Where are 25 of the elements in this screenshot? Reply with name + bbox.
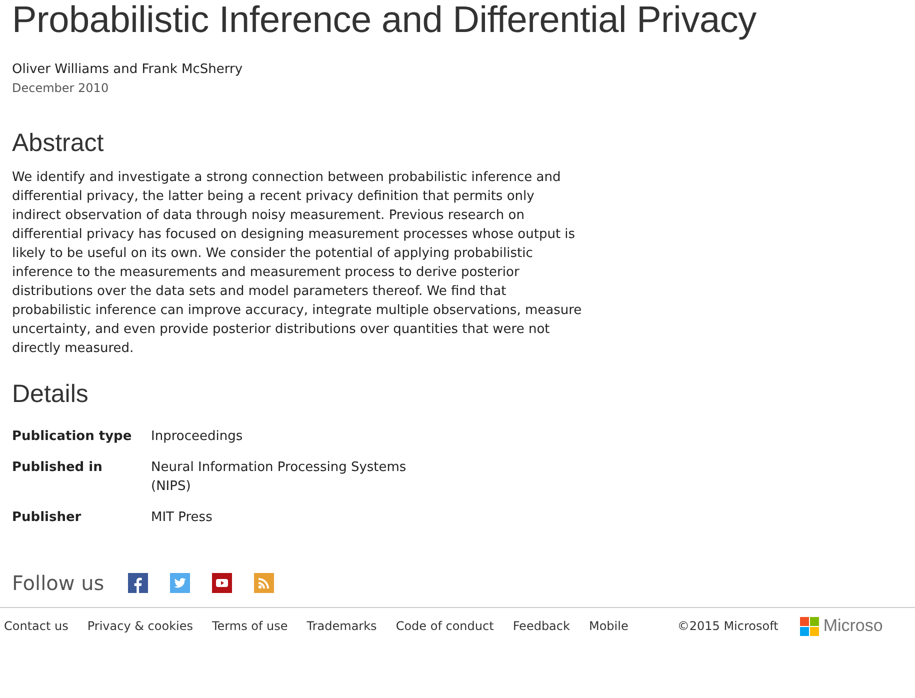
detail-value: MIT Press (151, 509, 214, 527)
footer-link[interactable]: Privacy & cookies (87, 619, 193, 633)
follow-label: Follow us (12, 571, 104, 595)
detail-value: Neural Information Processing Systems (NIPS) (151, 459, 408, 496)
section-heading: Abstract (12, 129, 105, 158)
detail-label: Publication type (12, 428, 133, 446)
detail-value: Inproceedings (151, 428, 244, 446)
copyright: ©2015 Microsoft (677, 619, 778, 633)
detail-label: Publisher (12, 509, 82, 527)
footer-link[interactable]: Mobile (588, 619, 628, 633)
footer-link[interactable]: Contact us (4, 619, 68, 633)
footer-link[interactable]: Terms of use (212, 619, 288, 633)
video-icon[interactable] (212, 573, 232, 593)
section-heading: Details (12, 380, 90, 409)
windows-logo-icon (800, 616, 820, 636)
footer-link[interactable]: Code of conduct (396, 619, 494, 633)
page-title: Probabilistic Inference and Differential Privacy (12, 0, 758, 42)
facebook-icon[interactable] (128, 573, 148, 593)
abstract-text: We identify and investigate a strong connection between probabilistic inference and differential privacy, the latter being a recent privacy definition that permits only indirect observation of data through noisy measurement. Previous research on differential privacy has focused on designing measurement processes whose output is likely to be useful on its own. We consider the potential of applying probabilistic inference to the measurements and measurement process to derive posterior distributions over the data sets and model parameters thereof. We find that probabilistic inference can improve accuracy, integrate multiple observations, measure uncertainty, and even provide posterior distributions over quantities that were not directly measured. (12, 169, 583, 358)
detail-label: Published in (12, 459, 104, 477)
logo-text: Microso (823, 616, 883, 636)
authors: Oliver Williams and Frank McSherry (12, 62, 244, 77)
publication-date: December 2010 (12, 81, 110, 95)
footer-link[interactable]: Feedback (512, 619, 570, 633)
footer-link[interactable]: Trademarks (306, 619, 377, 633)
